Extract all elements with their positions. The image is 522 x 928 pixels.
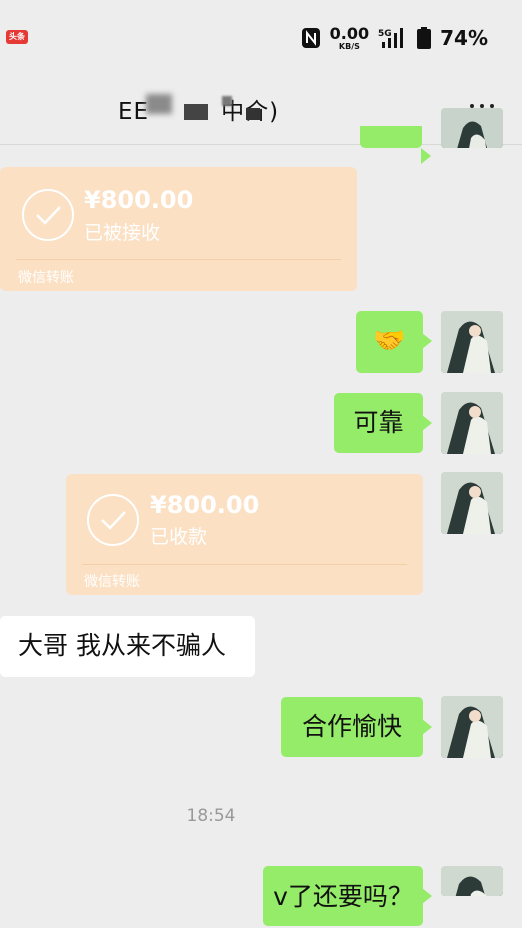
my-avatar[interactable] <box>441 392 503 454</box>
transfer-check-icon <box>22 189 74 241</box>
text-message-bubble[interactable]: 合作愉快 <box>281 697 432 757</box>
message-text: v了还要吗？ <box>273 882 413 911</box>
transfer-footer-label: 微信转账 <box>84 574 140 590</box>
network-type-label: 5G <box>378 29 392 39</box>
transfer-divider <box>82 564 407 565</box>
avatar-illustration <box>441 472 503 534</box>
toutiao-app-badge: 头条 <box>6 30 28 44</box>
handshake-emoji: 🤝 <box>373 326 406 356</box>
nfc-icon <box>301 28 320 48</box>
message-text: 合作愉快 <box>301 712 402 741</box>
transfer-footer-label: 微信转账 <box>18 270 74 286</box>
battery-icon <box>417 27 432 49</box>
redacted-name-block <box>184 104 208 120</box>
previous-message-bubble[interactable] <box>360 126 431 164</box>
battery-percentage: 74% <box>440 26 488 50</box>
my-avatar[interactable] <box>441 108 503 148</box>
my-avatar[interactable] <box>441 311 503 373</box>
transfer-card-collected[interactable]: ¥800.00 已收款 微信转账 <box>66 474 423 595</box>
redacted-name-block <box>246 108 260 120</box>
status-bar: 头条 0.00 KB/S 5G 74% <box>0 0 522 72</box>
transfer-card-received[interactable]: ¥800.00 已被接收 微信转账 <box>0 167 357 291</box>
network-speed: 0.00 KB/S <box>329 23 370 51</box>
transfer-check-icon <box>87 494 139 546</box>
transfer-divider <box>16 259 341 260</box>
network-speed-unit: KB/S <box>338 41 360 51</box>
avatar-illustration <box>441 392 503 454</box>
redacted-name-block <box>146 94 172 114</box>
transfer-status: 已被接收 <box>84 222 161 244</box>
transfer-status: 已收款 <box>150 526 208 548</box>
signal-5g-icon: 5G <box>378 28 404 48</box>
message-timestamp: 18:54 <box>186 806 236 826</box>
avatar-illustration <box>441 108 503 148</box>
transfer-amount: ¥800.00 <box>150 491 260 519</box>
avatar-illustration <box>441 866 503 896</box>
message-text: 可靠 <box>353 408 404 437</box>
transfer-amount: ¥800.00 <box>84 186 194 214</box>
message-text: 大哥 我从来不骗人 <box>18 631 226 660</box>
my-avatar[interactable] <box>441 696 503 758</box>
redacted-name-block <box>222 96 232 106</box>
avatar-illustration <box>441 311 503 373</box>
avatar-illustration <box>441 696 503 758</box>
my-avatar[interactable] <box>441 472 503 534</box>
handshake-message-bubble[interactable]: 🤝 <box>356 311 432 373</box>
text-message-bubble[interactable]: 可靠 <box>334 393 432 453</box>
my-avatar[interactable] <box>441 866 503 896</box>
network-speed-value: 0.00 <box>329 23 370 43</box>
text-message-bubble[interactable]: v了还要吗？ <box>263 866 432 926</box>
incoming-message-bubble[interactable]: 大哥 我从来不骗人 <box>0 616 255 677</box>
status-indicators: 0.00 KB/S 5G 74% <box>301 24 488 52</box>
